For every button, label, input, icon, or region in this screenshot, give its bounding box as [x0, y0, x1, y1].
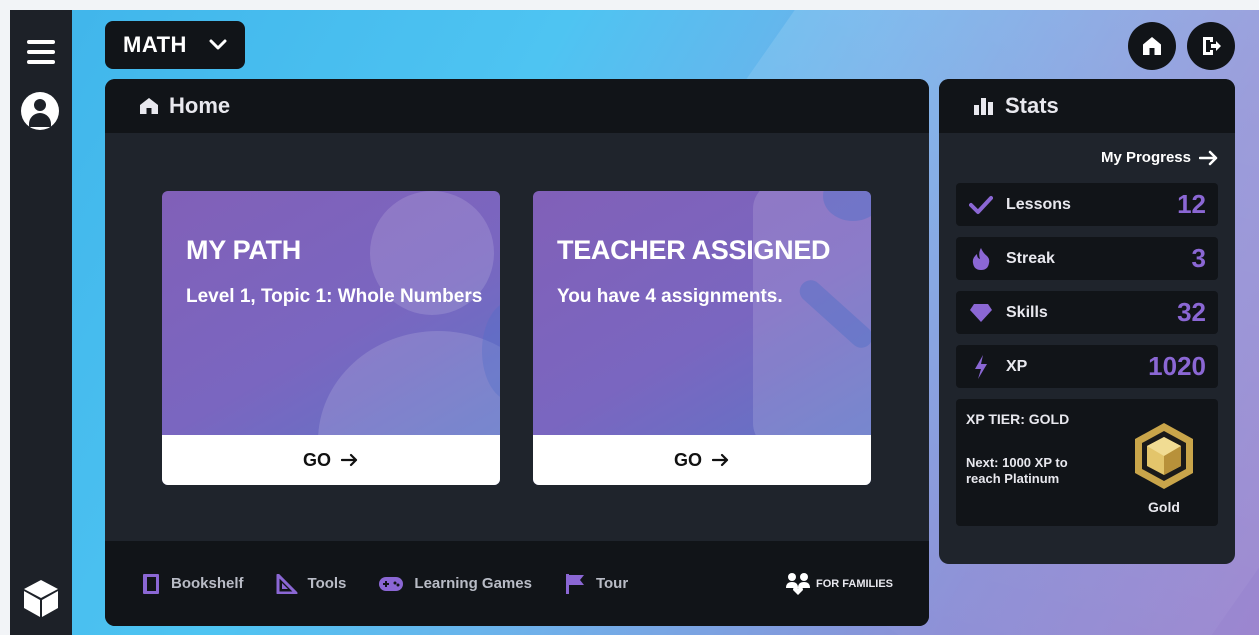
home-panel-title: Home — [169, 93, 231, 118]
teacher-assigned-go-button[interactable]: GO — [533, 435, 871, 485]
my-path-card[interactable]: MY PATH Level 1, Topic 1: Whole Numbers … — [162, 191, 500, 485]
flag-icon — [565, 573, 584, 594]
logout-button[interactable] — [1187, 22, 1235, 70]
gold-badge-icon — [1135, 423, 1193, 489]
for-families-label: FOR FAMILIES — [816, 577, 893, 590]
footer-bookshelf[interactable]: Bookshelf — [141, 573, 244, 595]
stat-row-skills: Skills 32 — [956, 291, 1218, 334]
home-button[interactable] — [1128, 22, 1176, 70]
arrow-right-icon — [712, 453, 729, 467]
chevron-down-icon — [209, 39, 227, 50]
for-families-link[interactable]: FOR FAMILIES — [785, 572, 893, 596]
teacher-assigned-card[interactable]: TEACHER ASSIGNED You have 4 assignments.… — [533, 191, 871, 485]
footer-label: Tools — [307, 575, 347, 592]
user-icon[interactable] — [21, 92, 59, 130]
family-icon — [786, 572, 810, 595]
my-path-go-button[interactable]: GO — [162, 435, 500, 485]
arrow-right-icon — [1199, 150, 1218, 165]
card-subtitle: You have 4 assignments. — [557, 286, 783, 307]
diamond-icon — [968, 300, 994, 326]
stat-label: Streak — [1006, 249, 1055, 267]
home-icon — [1143, 37, 1161, 55]
xp-tier-title: XP TIER: GOLD — [966, 411, 1070, 427]
logout-icon — [1203, 37, 1221, 55]
bar-chart-icon — [974, 98, 993, 115]
home-panel: Home MY PATH Level 1, Topic 1: Whole Num… — [105, 79, 929, 626]
footer-tour[interactable]: Tour — [564, 573, 628, 595]
ruler-triangle-icon — [276, 573, 298, 594]
card-title: TEACHER ASSIGNED — [557, 235, 831, 265]
stat-value: 32 — [1177, 297, 1206, 327]
gamepad-icon — [379, 576, 404, 591]
cube-icon[interactable] — [22, 578, 60, 618]
footer-learning-games[interactable]: Learning Games — [378, 575, 532, 592]
card-subtitle: Level 1, Topic 1: Whole Numbers — [186, 286, 483, 307]
check-icon — [968, 192, 994, 218]
home-panel-footer: Bookshelf Tools Learning Games Tour FOR … — [105, 541, 929, 626]
card-title: MY PATH — [186, 235, 301, 265]
bookshelf-icon — [143, 573, 159, 594]
xp-tier-card: XP TIER: GOLD Next: 1000 XP to reach Pla… — [956, 399, 1218, 526]
footer-tools[interactable]: Tools — [276, 573, 347, 594]
hamburger-icon[interactable] — [27, 40, 55, 64]
app-canvas: MATH Home MY PATH Level 1, Topic 1: Whol… — [10, 10, 1259, 635]
stats-panel-header: Stats — [939, 79, 1235, 133]
flame-icon — [968, 246, 994, 272]
stat-label: Lessons — [1006, 195, 1071, 213]
stat-value: 12 — [1177, 189, 1206, 219]
my-progress-link[interactable]: My Progress — [1101, 149, 1219, 166]
stat-row-xp: XP 1020 — [956, 345, 1218, 388]
left-rail — [10, 10, 72, 635]
stat-value: 3 — [1191, 243, 1206, 273]
stat-label: Skills — [1006, 303, 1048, 321]
stat-value: 1020 — [1148, 351, 1206, 381]
footer-label: Bookshelf — [171, 575, 244, 592]
footer-label: Tour — [595, 575, 629, 592]
stat-label: XP — [1006, 357, 1028, 375]
subject-dropdown[interactable]: MATH — [105, 21, 245, 69]
footer-label: Learning Games — [414, 575, 532, 592]
home-panel-header: Home — [105, 79, 929, 133]
xp-tier-badge-label: Gold — [1148, 499, 1180, 515]
go-label: GO — [302, 449, 331, 470]
stat-row-lessons: Lessons 12 — [956, 183, 1218, 226]
stats-panel-title: Stats — [1005, 93, 1059, 118]
stat-row-streak: Streak 3 — [956, 237, 1218, 280]
subject-label: MATH — [123, 32, 187, 57]
home-icon — [140, 98, 158, 114]
stats-panel: Stats My Progress Lessons 12 Streak 3 Sk… — [939, 79, 1235, 564]
xp-tier-next: Next: 1000 XP to reach Platinum — [966, 455, 1068, 486]
my-progress-label: My Progress — [1100, 149, 1191, 166]
arrow-right-icon — [341, 453, 358, 467]
lightning-icon — [968, 354, 994, 380]
go-label: GO — [673, 449, 702, 470]
